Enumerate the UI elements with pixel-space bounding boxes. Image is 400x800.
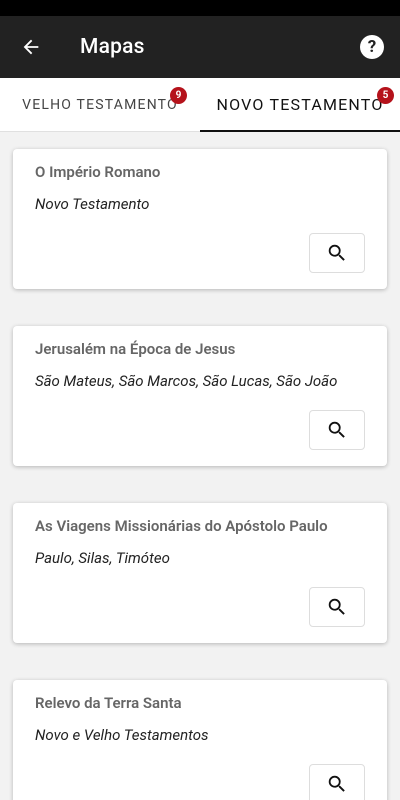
map-card[interactable]: Relevo da Terra Santa Novo e Velho Testa… — [13, 680, 387, 800]
search-icon — [328, 244, 345, 261]
map-subtitle: Novo Testamento — [35, 195, 150, 213]
map-title: Jerusalém na Época de Jesus — [35, 340, 236, 358]
map-list: O Império Romano Novo Testamento Jerusal… — [0, 132, 400, 800]
search-icon — [328, 775, 345, 792]
tab-old-testament[interactable]: VELHO TESTAMENTO 9 — [0, 78, 200, 131]
tab-label: NOVO TESTAMENTO — [216, 95, 384, 114]
status-bar — [0, 0, 400, 16]
map-subtitle: São Mateus, São Marcos, São Lucas, São J… — [35, 372, 338, 390]
help-button[interactable]: ? — [360, 35, 384, 59]
page-title: Mapas — [80, 35, 145, 59]
view-map-button[interactable] — [309, 233, 365, 273]
count-badge: 9 — [170, 87, 187, 104]
map-card[interactable]: O Império Romano Novo Testamento — [13, 149, 387, 289]
map-title: O Império Romano — [35, 163, 161, 181]
tab-bar: VELHO TESTAMENTO 9 NOVO TESTAMENTO 5 — [0, 78, 400, 132]
map-subtitle: Novo e Velho Testamentos — [35, 726, 209, 744]
map-subtitle: Paulo, Silas, Timóteo — [35, 549, 170, 567]
arrow-back-icon — [23, 39, 39, 55]
view-map-button[interactable] — [309, 764, 365, 800]
view-map-button[interactable] — [309, 410, 365, 450]
map-title: Relevo da Terra Santa — [35, 694, 182, 712]
search-icon — [328, 421, 345, 438]
help-icon: ? — [367, 37, 377, 57]
map-title: As Viagens Missionárias do Apóstolo Paul… — [35, 517, 328, 535]
app-bar: Mapas ? — [0, 16, 400, 78]
count-badge: 5 — [377, 87, 394, 104]
back-button[interactable] — [0, 16, 62, 78]
tab-label: VELHO TESTAMENTO — [22, 96, 178, 113]
map-card[interactable]: Jerusalém na Época de Jesus São Mateus, … — [13, 326, 387, 466]
tab-new-testament[interactable]: NOVO TESTAMENTO 5 — [200, 78, 400, 132]
view-map-button[interactable] — [309, 587, 365, 627]
search-icon — [328, 598, 345, 615]
map-card[interactable]: As Viagens Missionárias do Apóstolo Paul… — [13, 503, 387, 643]
